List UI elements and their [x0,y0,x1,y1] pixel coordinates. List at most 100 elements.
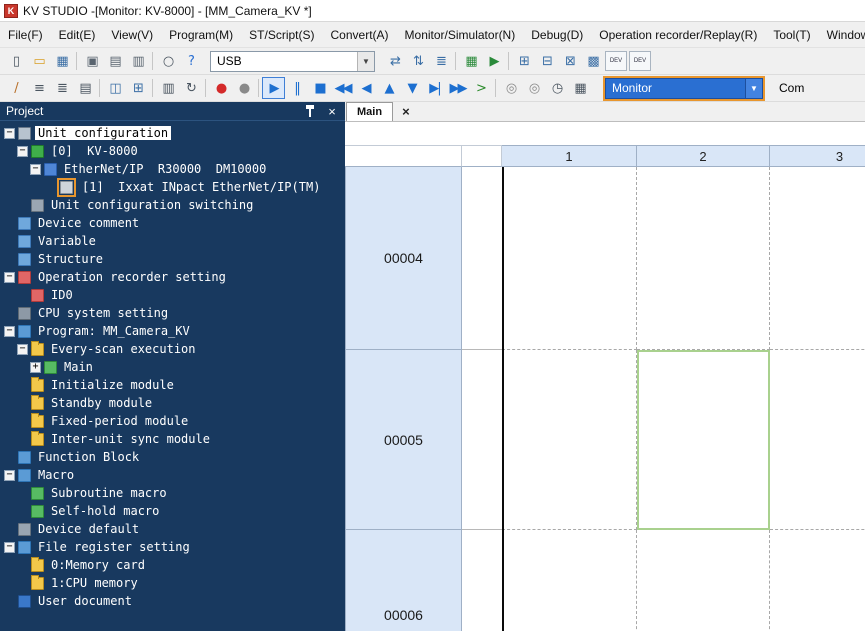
paste-button[interactable]: ▤ [103,50,126,72]
continue-button[interactable]: > [469,77,492,99]
connection-combobox[interactable]: USB ▼ [210,50,375,72]
monitor-mode-combobox[interactable]: Monitor ▼ [605,77,763,99]
tree-item-main[interactable]: + Main [0,358,345,376]
ladder-gap-cell-00005[interactable] [462,350,502,530]
collapse-icon[interactable]: − [4,541,15,553]
tree-item-every-scan-execution[interactable]: − Every-scan execution [0,340,345,358]
monitor-play-button[interactable]: ▶ [262,77,285,99]
step-down-button[interactable]: ▼ [400,77,423,99]
menu-monitor-simulator-n[interactable]: Monitor/Simulator(N) [397,22,524,47]
tree-item-1-ixxat-inpact-ethernet-ip-tm[interactable]: −[1] Ixxat INpact EtherNet/IP(TM) [0,177,345,197]
scan-timer-button[interactable]: ◷ [545,77,568,99]
tree-item-unit-configuration[interactable]: − Unit configuration [0,124,345,142]
search-button[interactable]: ○ [156,50,179,72]
ladder-cell-00006-1[interactable] [502,530,637,631]
collapse-icon[interactable]: − [17,145,28,157]
ladder-gap-cell-00004[interactable] [462,167,502,350]
tree-item-program-mm-camera-kv[interactable]: − Program: MM_Camera_KV [0,322,345,340]
scan-time-display-button[interactable]: ▦ [568,77,591,99]
menu-st-script-s[interactable]: ST/Script(S) [241,22,322,47]
tree-item-ethernet-ip-r30000-dm10000[interactable]: − EtherNet/IP R30000 DM10000 [0,160,345,178]
ladder-gap-cell-00006[interactable] [462,530,502,631]
tree-item-inter-unit-sync-module[interactable]: −Inter-unit sync module [0,430,345,448]
registration-monitor-button[interactable]: ⊞ [512,50,535,72]
label-list-button[interactable]: ≣ [50,77,73,99]
menu-file-f[interactable]: File(F) [0,22,51,47]
menu-operation-recorder-replay-r[interactable]: Operation recorder/Replay(R) [591,22,765,47]
collapse-icon[interactable]: − [4,325,15,337]
mnemonic-list-button[interactable]: ≡ [27,77,50,99]
tree-item-subroutine-macro[interactable]: −Subroutine macro [0,484,345,502]
open-project-button[interactable]: ▭ [27,50,50,72]
tree-item-variable[interactable]: −Variable [0,232,345,250]
tree-item-fixed-period-module[interactable]: −Fixed-period module [0,412,345,430]
ladder-cell-00004-1[interactable] [502,167,637,350]
jump-to-end-button[interactable]: ▶▶ [446,77,469,99]
pause-button[interactable]: ‖ [285,77,308,99]
device-monitor-button[interactable]: ⊠ [558,50,581,72]
collapse-icon[interactable]: − [4,271,15,283]
expand-icon[interactable]: + [30,361,41,373]
menu-view-v[interactable]: View(V) [103,22,161,47]
tree-item-structure[interactable]: −Structure [0,250,345,268]
step-up-button[interactable]: ▲ [377,77,400,99]
simulator-button[interactable]: ▶ [482,50,505,72]
menu-edit-e[interactable]: Edit(E) [51,22,104,47]
ladder-cell-00006-2[interactable] [637,530,770,631]
row-header-00004[interactable]: 00004 [345,167,462,350]
tree-item-operation-recorder-setting[interactable]: − Operation recorder setting [0,268,345,286]
ladder-cell-00005-2[interactable] [637,350,770,530]
tree-item-cpu-system-setting[interactable]: −CPU system setting [0,304,345,322]
verify-button[interactable]: ≣ [429,50,452,72]
collapse-icon[interactable]: − [17,343,28,355]
replay-button[interactable]: ↻ [179,77,202,99]
tree-item-macro[interactable]: − Macro [0,466,345,484]
chevron-down-icon[interactable]: ▼ [745,78,762,98]
read-from-plc-button[interactable]: ⇅ [406,50,429,72]
tree-item-0-kv-8000[interactable]: − [0] KV-8000 [0,142,345,160]
ladder-edit-button[interactable]: / [4,77,27,99]
window-split-button[interactable]: ◫ [103,77,126,99]
collapse-icon[interactable]: − [4,127,15,139]
collapse-icon[interactable]: − [30,163,41,175]
tree-item-1-cpu-memory[interactable]: −1:CPU memory [0,574,345,592]
tree-item-standby-module[interactable]: −Standby module [0,394,345,412]
dev-button-2[interactable]: DEV [629,51,651,71]
pause-target-button[interactable]: ◎ [499,77,522,99]
tab-main[interactable]: Main [346,102,394,121]
menu-program-m[interactable]: Program(M) [161,22,241,47]
ladder-cell-00005-3[interactable] [770,350,865,530]
help-button[interactable]: ? [179,50,202,72]
menu-convert-a[interactable]: Convert(A) [323,22,397,47]
tree-item-device-default[interactable]: −Device default [0,520,345,538]
stop-button[interactable]: ■ [308,77,331,99]
tree-item-id0[interactable]: −ID0 [0,286,345,304]
print-button[interactable]: ▥ [126,50,149,72]
transfer-to-plc-button[interactable]: ⇄ [383,50,406,72]
monitor-mode-button[interactable]: ▦ [459,50,482,72]
copy-button[interactable]: ▣ [80,50,103,72]
tree-item-initialize-module[interactable]: −Initialize module [0,376,345,394]
step-backward-button[interactable]: ◀ [354,77,377,99]
dev-button-1[interactable]: DEV [605,51,627,71]
stop-target-button[interactable]: ◎ [522,77,545,99]
ladder-monitor-button[interactable]: ▩ [581,50,604,72]
window-cascade-button[interactable]: ⊞ [126,77,149,99]
record-standby-button[interactable]: ● [232,77,255,99]
tree-item-unit-configuration-switching[interactable]: −Unit configuration switching [0,196,345,214]
column-header-1[interactable]: 1 [502,145,637,167]
new-project-button[interactable]: ▯ [4,50,27,72]
ladder-cell-00005-1[interactable] [502,350,637,530]
operation-recorder-button[interactable]: ▥ [156,77,179,99]
column-header-3[interactable]: 3 [770,145,865,167]
record-button[interactable]: ● [209,77,232,99]
jump-to-start-button[interactable]: ◀◀ [331,77,354,99]
tree-item-file-register-setting[interactable]: − File register setting [0,538,345,556]
collapse-icon[interactable]: − [4,469,15,481]
tree-item-user-document[interactable]: −User document [0,592,345,610]
step-forward-button[interactable]: ▶| [423,77,446,99]
close-icon[interactable]: × [325,104,339,119]
batch-monitor-button[interactable]: ⊟ [535,50,558,72]
tree-item-device-comment[interactable]: −Device comment [0,214,345,232]
chevron-down-icon[interactable]: ▼ [357,51,374,71]
